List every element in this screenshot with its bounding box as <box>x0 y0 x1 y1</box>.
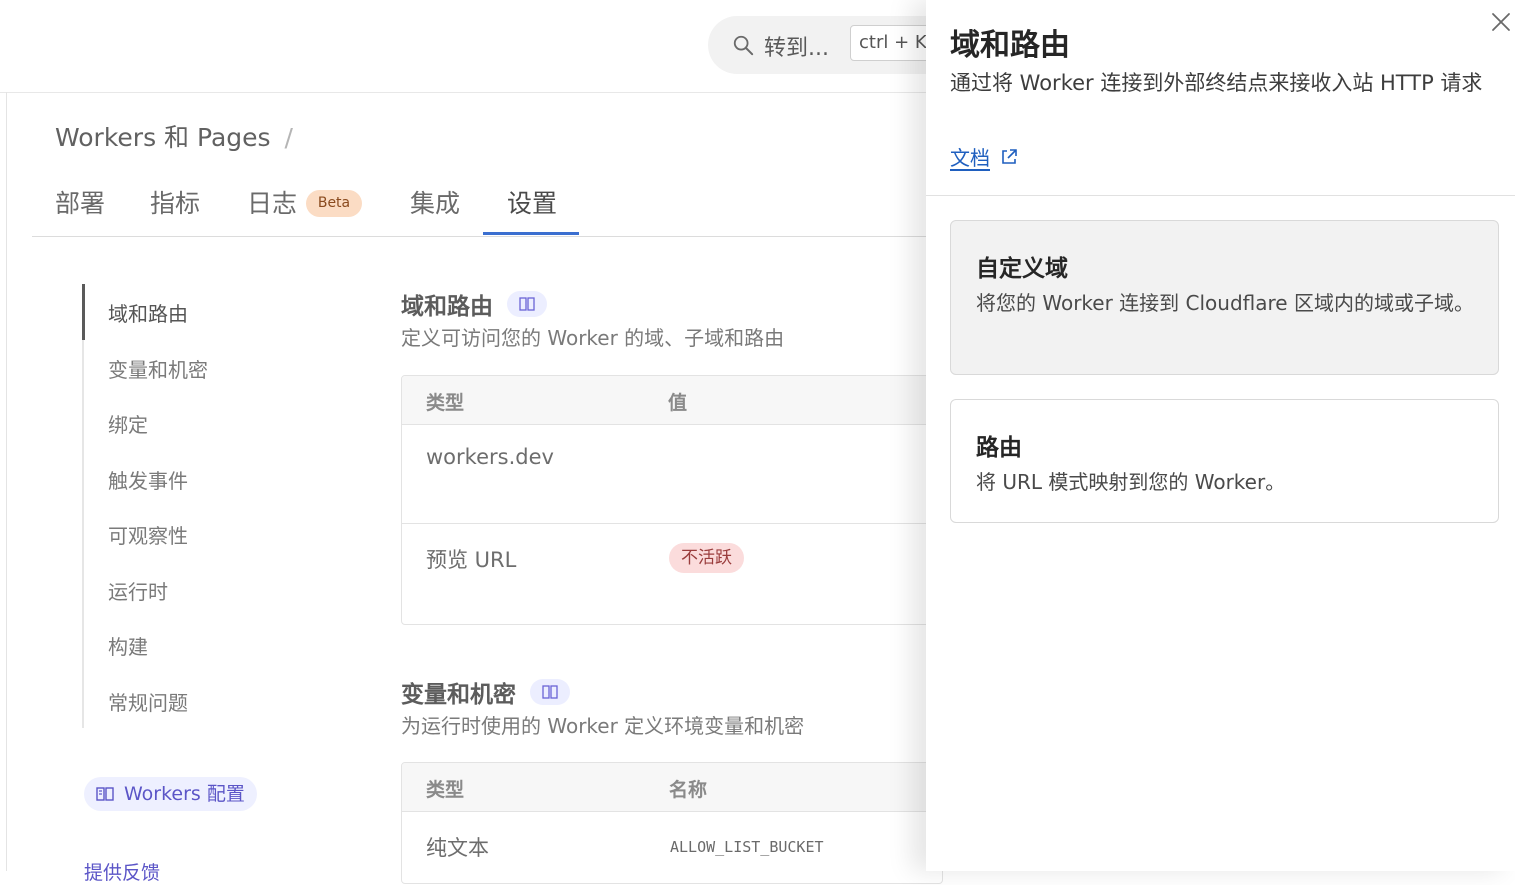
section-title-text: 域和路由 <box>401 294 493 320</box>
table-header: 类型 值 <box>402 376 942 425</box>
sidenav-item-build[interactable]: 构建 <box>108 631 148 660</box>
row-type: 预览 URL <box>426 548 517 572</box>
option-description: 将您的 Worker 连接到 Cloudflare 区域内的域或子域。 <box>976 291 1474 315</box>
sidenav-item-general[interactable]: 常规问题 <box>108 687 188 716</box>
beta-badge: Beta <box>306 190 362 217</box>
sidenav-item-variables[interactable]: 变量和机密 <box>108 354 208 383</box>
column-header: 类型 <box>426 779 465 801</box>
column-header: 类型 <box>426 392 465 414</box>
tab-settings[interactable]: 设置 <box>507 184 557 220</box>
sidenav-item-triggers[interactable]: 触发事件 <box>108 465 188 494</box>
section-desc-variables: 为运行时使用的 Worker 定义环境变量和机密 <box>401 714 805 738</box>
domains-routes-drawer: 域和路由 通过将 Worker 连接到外部终结点来接收入站 HTTP 请求 文档… <box>926 0 1515 871</box>
drawer-description: 通过将 Worker 连接到外部终结点来接收入站 HTTP 请求 <box>950 71 1483 95</box>
section-title-text: 变量和机密 <box>401 682 516 708</box>
tab-bar: 部署 指标 日志 Beta 集成 设置 <box>32 170 932 237</box>
docs-link-label: 文档 <box>950 146 990 170</box>
drawer-title: 域和路由 <box>950 28 1070 63</box>
column-header: 名称 <box>669 779 708 801</box>
row-type: 纯文本 <box>426 836 489 860</box>
route-option[interactable]: 路由 将 URL 模式映射到您的 Worker。 <box>950 399 1499 523</box>
option-description: 将 URL 模式映射到您的 Worker。 <box>976 470 1286 494</box>
content-border <box>6 92 7 871</box>
workers-config-label: Workers 配置 <box>124 783 245 805</box>
shortcut-hint: ctrl + K <box>850 25 936 61</box>
section-title-domains: 域和路由 <box>401 287 547 321</box>
sidenav-item-observability[interactable]: 可观察性 <box>108 520 188 549</box>
table-row: 纯文本 ALLOW_LIST_BUCKET <box>402 812 942 882</box>
active-tab-indicator <box>483 232 579 235</box>
breadcrumb-item[interactable]: Workers 和 Pages <box>55 123 271 152</box>
table-header: 类型 名称 <box>402 763 942 812</box>
search-placeholder: 转到... <box>764 36 829 61</box>
status-badge: 不活跃 <box>669 543 744 573</box>
workers-config-link[interactable]: Workers 配置 <box>84 777 257 811</box>
book-icon <box>542 685 558 699</box>
tab-metrics[interactable]: 指标 <box>150 184 200 220</box>
row-type: workers.dev <box>426 445 554 469</box>
sidenav-active-indicator <box>82 284 85 340</box>
book-icon <box>96 787 114 801</box>
row-name: ALLOW_LIST_BUCKET <box>670 838 824 856</box>
column-header: 值 <box>668 392 688 414</box>
docs-badge[interactable] <box>530 679 570 705</box>
domains-table: 类型 值 workers.dev 预览 URL 不活跃 <box>401 375 943 625</box>
docs-link[interactable]: 文档 <box>950 142 1018 171</box>
breadcrumb: Workers 和 Pages / <box>55 118 293 154</box>
drawer-divider <box>926 195 1515 196</box>
sidenav-item-bindings[interactable]: 绑定 <box>108 409 148 438</box>
custom-domain-option[interactable]: 自定义域 将您的 Worker 连接到 Cloudflare 区域内的域或子域。 <box>950 220 1499 375</box>
section-desc-domains: 定义可访问您的 Worker 的域、子域和路由 <box>401 326 785 350</box>
docs-badge[interactable] <box>507 291 547 317</box>
breadcrumb-separator: / <box>284 123 293 152</box>
table-row: 预览 URL 不活跃 <box>402 524 942 624</box>
sidenav-rail <box>82 284 84 728</box>
sidenav-item-runtime[interactable]: 运行时 <box>108 576 168 605</box>
tab-deployments[interactable]: 部署 <box>55 184 105 220</box>
option-title: 路由 <box>976 435 1022 461</box>
close-icon[interactable] <box>1489 10 1513 34</box>
external-link-icon <box>1002 148 1017 164</box>
feedback-link[interactable]: 提供反馈 <box>84 858 160 885</box>
section-title-variables: 变量和机密 <box>401 675 570 709</box>
book-icon <box>519 297 535 311</box>
tab-integrations[interactable]: 集成 <box>410 184 460 220</box>
variables-table: 类型 名称 纯文本 ALLOW_LIST_BUCKET <box>401 762 943 884</box>
search-icon <box>733 35 754 56</box>
sidenav-item-domains[interactable]: 域和路由 <box>108 298 188 327</box>
option-title: 自定义域 <box>976 256 1068 282</box>
table-row: workers.dev <box>402 425 942 524</box>
tab-logs[interactable]: 日志 <box>247 184 297 220</box>
